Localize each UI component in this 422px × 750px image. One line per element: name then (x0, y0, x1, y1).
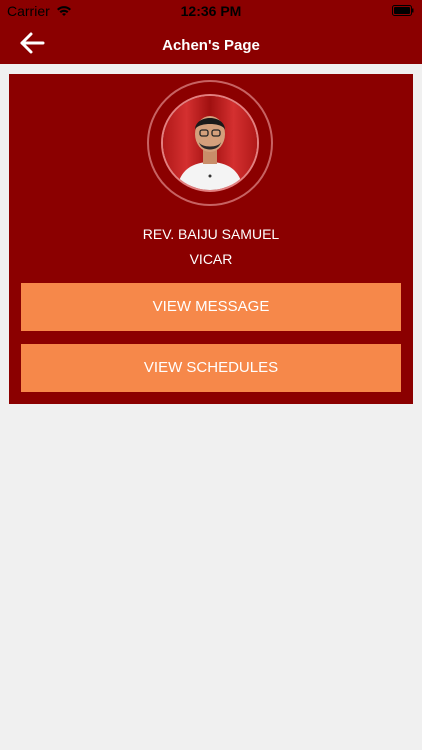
navigation-header: Carrier 12:36 PM Achen's Page (0, 0, 422, 64)
person-name: REV. BAIJU SAMUEL (142, 226, 280, 242)
avatar (161, 94, 259, 192)
profile-photo (163, 96, 257, 190)
page-title: Achen's Page (162, 37, 260, 54)
battery-icon (392, 5, 414, 16)
view-schedules-button[interactable]: VIEW SCHEDULES (21, 344, 401, 392)
view-message-button[interactable]: VIEW MESSAGE (21, 283, 401, 331)
profile-card: REV. BAIJU SAMUEL VICAR VIEW MESSAGE VIE… (9, 74, 413, 404)
status-bar: Carrier 12:36 PM (0, 0, 422, 22)
avatar-ring (147, 80, 273, 206)
status-time: 12:36 PM (180, 3, 242, 19)
person-role: VICAR (189, 251, 233, 267)
